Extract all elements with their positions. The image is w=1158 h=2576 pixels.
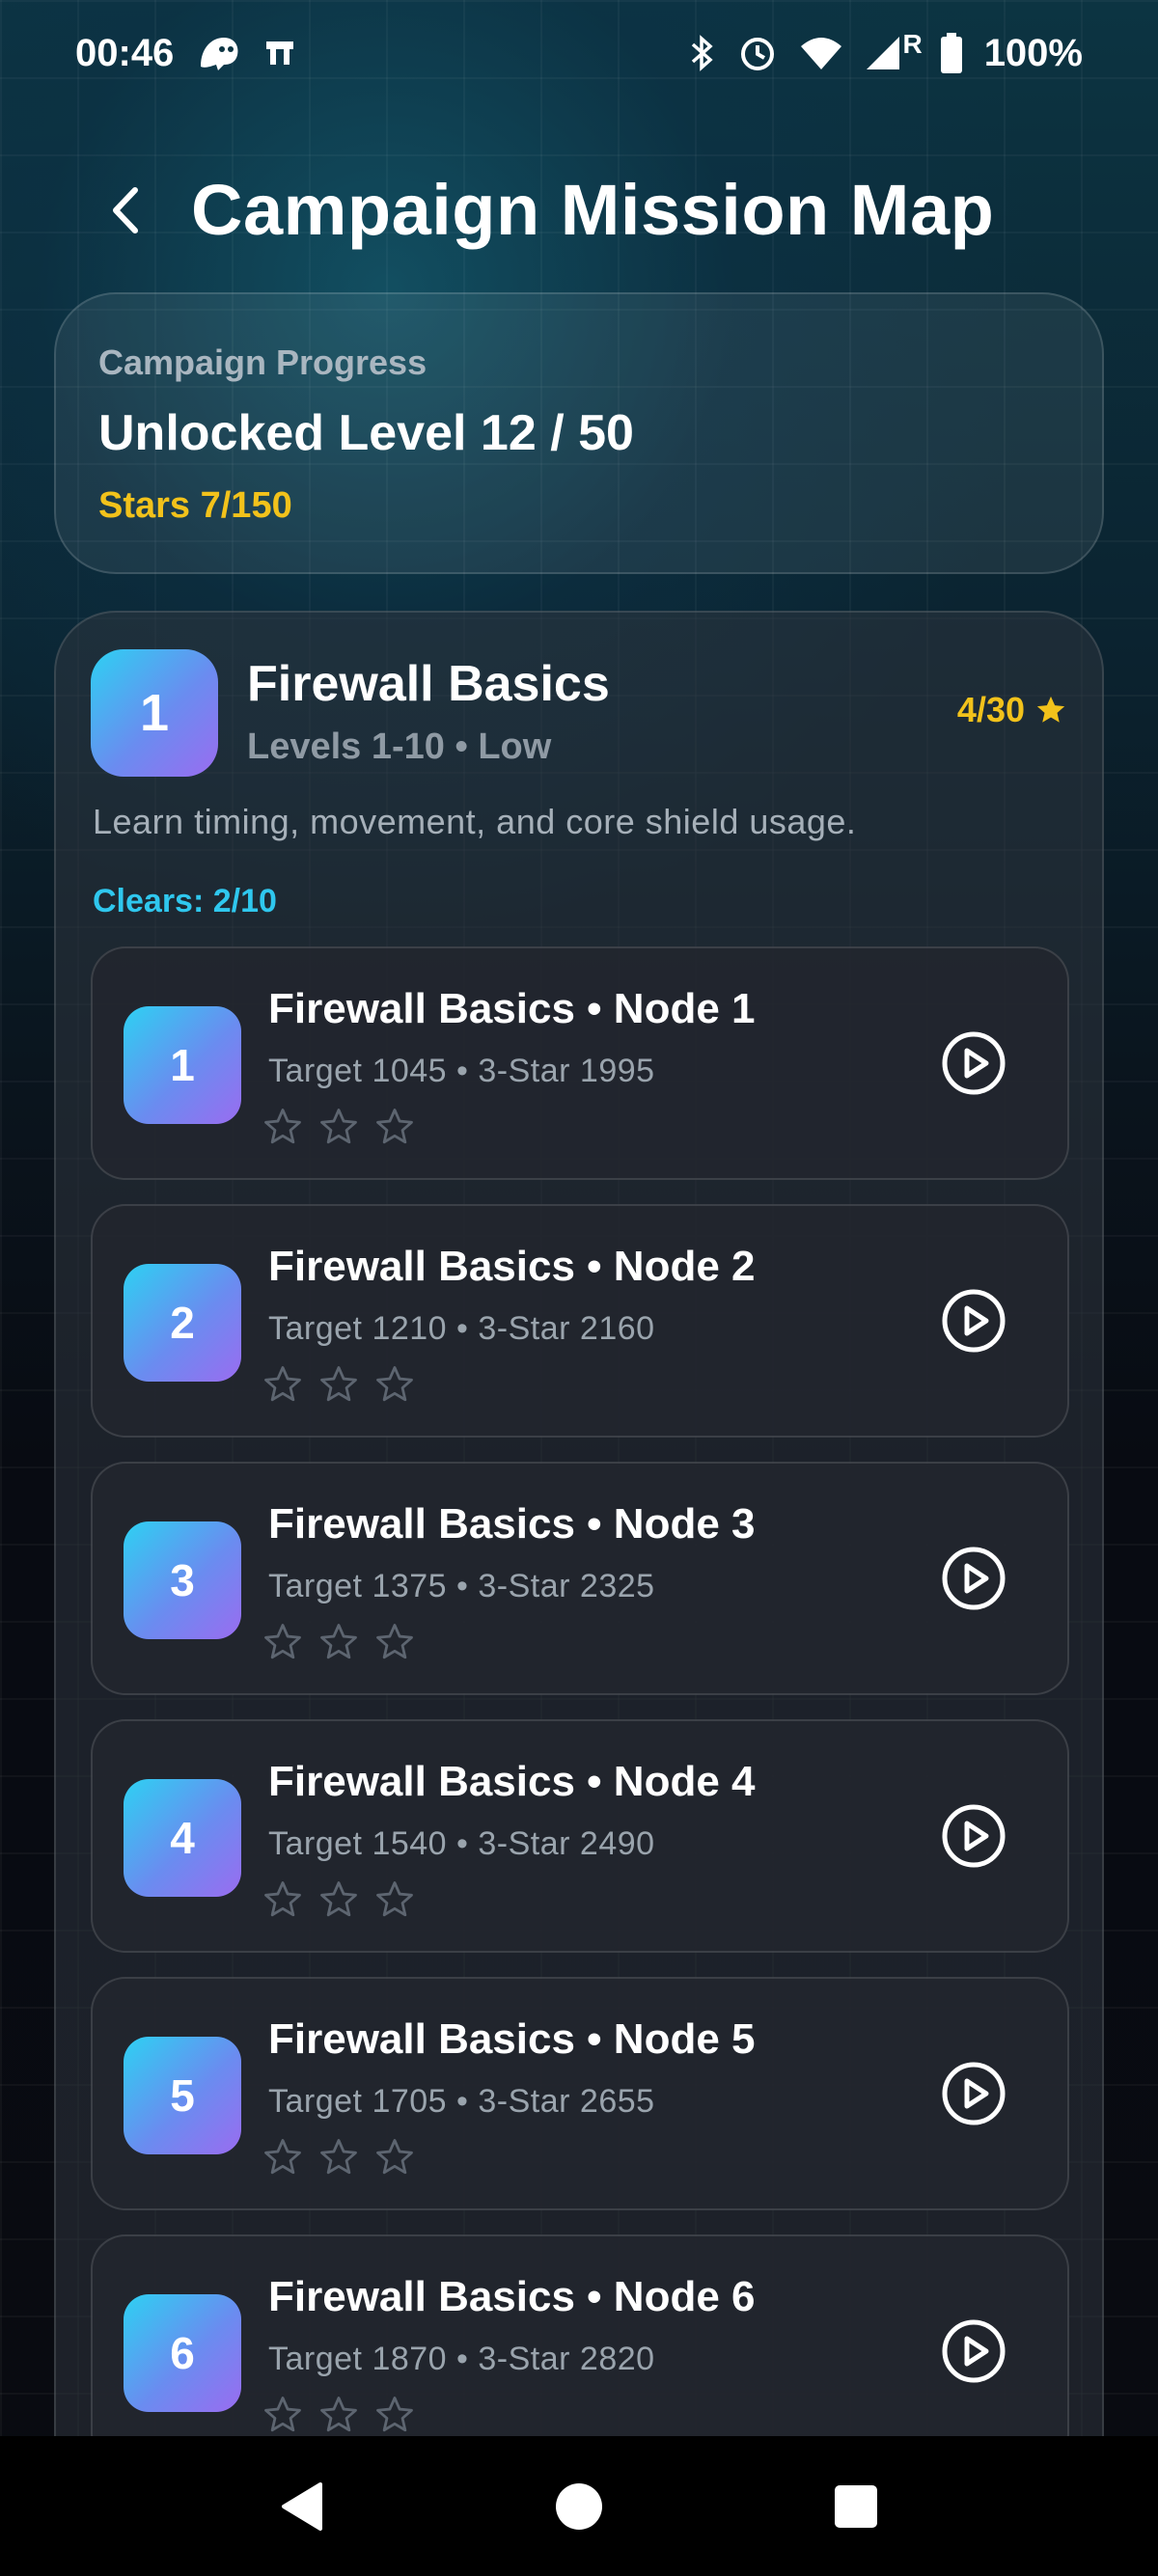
star-outline-icon bbox=[320, 1109, 357, 1144]
node-badge: 3 bbox=[124, 1521, 241, 1639]
node-badge: 6 bbox=[124, 2294, 241, 2412]
star-outline-icon bbox=[376, 1109, 413, 1144]
star-outline-icon bbox=[320, 2139, 357, 2175]
status-time: 00:46 bbox=[75, 31, 175, 74]
star-outline-icon bbox=[320, 2397, 357, 2432]
level-node-card[interactable]: 5 Firewall Basics • Node 5 Target 1705 • 3… bbox=[91, 1977, 1069, 2210]
play-circle-icon bbox=[942, 1547, 1006, 1610]
play-circle-icon bbox=[942, 2319, 1006, 2383]
star-outline-icon bbox=[264, 1624, 301, 1659]
play-button[interactable] bbox=[940, 1029, 1007, 1097]
bluetooth-icon bbox=[687, 33, 716, 73]
node-title: Firewall Basics • Node 1 bbox=[268, 985, 756, 1032]
star-outline-icon bbox=[320, 1624, 357, 1659]
level-node-card[interactable]: 4 Firewall Basics • Node 4 Target 1540 • 3… bbox=[91, 1719, 1069, 1953]
star-outline-icon bbox=[376, 1624, 413, 1659]
node-title: Firewall Basics • Node 3 bbox=[268, 1500, 756, 1548]
chevron-left-icon bbox=[113, 186, 138, 233]
notification-icon bbox=[262, 36, 297, 70]
roaming-indicator: R bbox=[902, 29, 923, 59]
node-title: Firewall Basics • Node 6 bbox=[268, 2273, 756, 2320]
chapter-clears: Clears: 2/10 bbox=[93, 883, 277, 919]
node-target-score: Target 1870 • 3-Star 2820 bbox=[268, 2341, 655, 2377]
play-circle-icon bbox=[942, 1289, 1006, 1353]
play-button[interactable] bbox=[940, 1545, 1007, 1612]
node-star-rating bbox=[262, 1107, 415, 1147]
wifi-icon bbox=[799, 35, 843, 71]
alarm-icon bbox=[737, 33, 778, 73]
nav-home-button[interactable] bbox=[540, 2468, 618, 2545]
chapter-title: Firewall Basics bbox=[247, 656, 610, 712]
progress-stars: Stars 7/150 bbox=[98, 485, 292, 526]
ghost-icon bbox=[195, 34, 241, 72]
back-button[interactable] bbox=[96, 181, 154, 239]
star-outline-icon bbox=[320, 1366, 357, 1402]
play-circle-icon bbox=[942, 1031, 1006, 1095]
chapter-subtitle: Levels 1-10 • Low bbox=[247, 726, 552, 767]
progress-label: Campaign Progress bbox=[98, 343, 427, 382]
level-node-card[interactable]: 6 Firewall Basics • Node 6 Target 1870 • 3… bbox=[91, 2234, 1069, 2468]
node-star-rating bbox=[262, 1879, 415, 1920]
battery-icon bbox=[940, 33, 963, 73]
home-circle-icon bbox=[555, 2482, 602, 2530]
node-target-score: Target 1705 • 3-Star 2655 bbox=[268, 2083, 655, 2120]
node-badge: 4 bbox=[124, 1779, 241, 1897]
node-star-rating bbox=[262, 2395, 415, 2435]
nav-recents-button[interactable] bbox=[817, 2468, 895, 2545]
node-title: Firewall Basics • Node 4 bbox=[268, 1758, 756, 1805]
node-star-rating bbox=[262, 2137, 415, 2178]
app-header: Campaign Mission Map bbox=[96, 169, 994, 251]
star-outline-icon bbox=[264, 2397, 301, 2432]
star-icon bbox=[1036, 696, 1065, 723]
star-outline-icon bbox=[376, 1366, 413, 1402]
system-nav-bar bbox=[0, 2436, 1158, 2576]
node-target-score: Target 1540 • 3-Star 2490 bbox=[268, 1825, 655, 1862]
level-node-card[interactable]: 3 Firewall Basics • Node 3 Target 1375 • 3… bbox=[91, 1462, 1069, 1695]
node-target-score: Target 1045 • 3-Star 1995 bbox=[268, 1053, 655, 1089]
node-target-score: Target 1210 • 3-Star 2160 bbox=[268, 1310, 655, 1347]
page-title: Campaign Mission Map bbox=[191, 170, 995, 250]
play-circle-icon bbox=[942, 2062, 1006, 2125]
play-button[interactable] bbox=[940, 1287, 1007, 1355]
play-button[interactable] bbox=[940, 1802, 1007, 1870]
campaign-progress-card: Campaign Progress Unlocked Level 12 / 50… bbox=[54, 292, 1104, 574]
play-button[interactable] bbox=[940, 2317, 1007, 2385]
back-triangle-icon bbox=[282, 2481, 323, 2531]
node-target-score: Target 1375 • 3-Star 2325 bbox=[268, 1568, 655, 1604]
signal-icon: R bbox=[865, 29, 923, 71]
nav-back-button[interactable] bbox=[263, 2468, 341, 2545]
node-star-rating bbox=[262, 1364, 415, 1405]
node-title: Firewall Basics • Node 5 bbox=[268, 2015, 756, 2063]
star-outline-icon bbox=[264, 1109, 301, 1144]
play-circle-icon bbox=[942, 1804, 1006, 1868]
recents-square-icon bbox=[834, 2484, 877, 2528]
node-badge: 2 bbox=[124, 1264, 241, 1382]
chapter-description: Learn timing, movement, and core shield … bbox=[93, 802, 857, 841]
chapter-stars-count: 4/30 bbox=[956, 690, 1025, 729]
battery-percent: 100% bbox=[983, 31, 1083, 74]
star-outline-icon bbox=[376, 2397, 413, 2432]
node-star-rating bbox=[262, 1622, 415, 1662]
chapter-card: 1 Firewall Basics Levels 1-10 • Low 4/30… bbox=[54, 611, 1104, 2540]
star-outline-icon bbox=[320, 1881, 357, 1917]
star-outline-icon bbox=[376, 1881, 413, 1917]
star-outline-icon bbox=[264, 1366, 301, 1402]
progress-title: Unlocked Level 12 / 50 bbox=[98, 405, 634, 461]
node-title: Firewall Basics • Node 2 bbox=[268, 1243, 756, 1290]
chapter-stars: 4/30 bbox=[957, 690, 1067, 730]
level-node-card[interactable]: 2 Firewall Basics • Node 2 Target 1210 • 3… bbox=[91, 1204, 1069, 1438]
level-node-card[interactable]: 1 Firewall Basics • Node 1 Target 1045 • 3… bbox=[91, 946, 1069, 1180]
star-outline-icon bbox=[264, 1881, 301, 1917]
node-badge: 1 bbox=[124, 1006, 241, 1124]
star-outline-icon bbox=[264, 2139, 301, 2175]
node-badge: 5 bbox=[124, 2037, 241, 2154]
play-button[interactable] bbox=[940, 2060, 1007, 2127]
status-bar: 00:46 R 100% bbox=[0, 0, 1158, 106]
chapter-badge: 1 bbox=[91, 649, 218, 777]
star-outline-icon bbox=[376, 2139, 413, 2175]
